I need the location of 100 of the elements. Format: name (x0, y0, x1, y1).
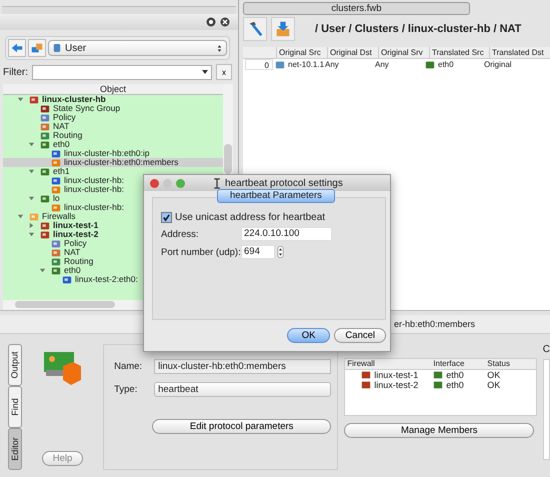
scrollbar-thumb[interactable] (224, 144, 232, 174)
column-header[interactable]: Object (3, 84, 223, 95)
expanded-arrow-icon[interactable] (17, 96, 24, 103)
name-field[interactable]: linux-cluster-hb:eth0:members (154, 359, 332, 374)
address-label: Address: (161, 228, 200, 240)
firewall-icon (361, 380, 372, 390)
port-label: Port number (udp): (161, 246, 241, 258)
side-tab[interactable]: Output (8, 344, 22, 386)
name-label: Name: (114, 361, 144, 372)
scrollbar-thumb[interactable] (15, 301, 115, 308)
network-card-icon (40, 166, 50, 176)
tree-item[interactable]: eth0 (3, 266, 223, 275)
expanded-arrow-icon[interactable] (28, 195, 35, 202)
tree-item[interactable]: NAT (3, 122, 223, 131)
expanded-arrow-icon[interactable] (28, 231, 35, 238)
tree-item[interactable]: eth0 (3, 140, 223, 149)
side-tab[interactable]: Find (8, 386, 22, 428)
column-header[interactable]: Original Dst (327, 47, 378, 58)
table-cell: eth0 (446, 380, 464, 390)
expanded-arrow-icon[interactable] (28, 141, 35, 148)
port-field[interactable]: 694 (241, 245, 275, 259)
compile-button[interactable] (243, 17, 267, 41)
document-tab[interactable]: clusters.fwb (243, 2, 470, 15)
tree-item[interactable]: Routing (3, 257, 223, 266)
column-header[interactable]: Translated Dst (489, 47, 549, 58)
tree-item[interactable]: linux-cluster-hb: (3, 176, 223, 185)
type-select[interactable]: heartbeat (154, 382, 332, 397)
folder-icon (29, 212, 39, 222)
dropdown-icon[interactable] (201, 68, 209, 76)
network-icon (275, 60, 285, 70)
nat-icon (51, 248, 61, 258)
group-icon (40, 104, 50, 114)
column-header[interactable]: Translated Src (429, 47, 489, 58)
network-card-icon (51, 158, 61, 168)
address-field[interactable]: 224.0.10.100 (241, 227, 332, 241)
column-header[interactable]: Status (487, 359, 528, 369)
detach-icon[interactable] (206, 17, 216, 27)
table-cell: linux-test-1 (374, 370, 418, 380)
group-tab[interactable]: heartbeat Parameters (217, 189, 335, 203)
editor-title: er-hb:eth0:members (394, 319, 476, 329)
objects-icon[interactable] (28, 39, 46, 57)
expanded-arrow-icon[interactable] (28, 168, 35, 175)
tree-item[interactable]: linux-test-2:eth0: (3, 275, 223, 284)
tree-item[interactable]: Policy (3, 239, 223, 248)
ok-button[interactable]: OK (286, 328, 330, 343)
filter-field[interactable] (32, 64, 212, 80)
routing-icon (51, 256, 61, 266)
ip-icon (51, 176, 61, 186)
table-cell-text: Original (483, 59, 513, 70)
collapsed-arrow-icon[interactable] (28, 222, 35, 229)
list-icon (40, 112, 50, 122)
network-card-icon (51, 202, 61, 212)
tree-item[interactable]: linux-cluster-hb: (3, 203, 223, 212)
tree-item[interactable]: eth1 (3, 167, 223, 176)
column-header[interactable]: Original Srv (378, 47, 429, 58)
table-cell: eth0 (423, 59, 482, 70)
expanded-arrow-icon[interactable] (39, 267, 46, 274)
firewall-icon (40, 220, 50, 230)
tree-item[interactable]: Policy (3, 113, 223, 122)
install-button[interactable] (271, 17, 295, 41)
column-header[interactable]: Firewall (345, 359, 434, 369)
list-icon (51, 238, 61, 248)
library-select[interactable]: User (48, 40, 227, 56)
spinner-icon[interactable] (277, 246, 284, 258)
ip-icon (62, 274, 72, 284)
close-icon[interactable] (220, 17, 230, 27)
table-cell-text: Any (324, 59, 340, 70)
side-tab[interactable]: Editor (8, 428, 22, 470)
expanded-arrow-icon[interactable] (17, 213, 24, 220)
dialog-title: heartbeat protocol settings (225, 178, 343, 188)
network-card-icon (40, 140, 50, 150)
network-card-icon (433, 370, 444, 380)
ip-icon (51, 148, 61, 158)
tree-item[interactable]: State Sync Group (3, 104, 223, 113)
column-header[interactable]: Interface (433, 359, 488, 369)
tree-item[interactable]: linux-test-1 (3, 221, 223, 230)
panel-label: C (542, 344, 550, 355)
table-cell-text: Any (374, 59, 390, 70)
firewall-icon (361, 370, 372, 380)
cancel-button[interactable]: Cancel (334, 328, 386, 343)
column-header[interactable]: Original Src (276, 47, 327, 58)
rule-number: 0 (245, 59, 273, 70)
manage-members-button[interactable]: Manage Members (344, 423, 534, 438)
tree-item-selected[interactable]: linux-cluster-hb:eth0:members (3, 158, 223, 167)
network-card-icon (51, 184, 61, 194)
clear-filter-button[interactable]: x (216, 64, 232, 80)
table-cell: linux-test-2 (374, 380, 418, 390)
library-icon (53, 43, 61, 53)
zoom-window-icon[interactable] (176, 178, 185, 188)
network-card-icon (51, 266, 61, 276)
tree-item[interactable]: linux-cluster-hb (3, 95, 223, 104)
up-down-arrows-icon[interactable] (217, 44, 222, 52)
close-window-icon[interactable] (150, 178, 159, 188)
tree-item[interactable]: linux-cluster-hb:eth0:ip (3, 149, 223, 158)
network-card-icon (425, 60, 435, 70)
edit-protocol-parameters-button[interactable]: Edit protocol parameters (152, 419, 332, 434)
unicast-checkbox[interactable] (161, 212, 172, 223)
firewall-icon (40, 230, 50, 240)
tree-item[interactable]: Routing (3, 131, 223, 140)
table-cell-text: OK (487, 370, 502, 380)
